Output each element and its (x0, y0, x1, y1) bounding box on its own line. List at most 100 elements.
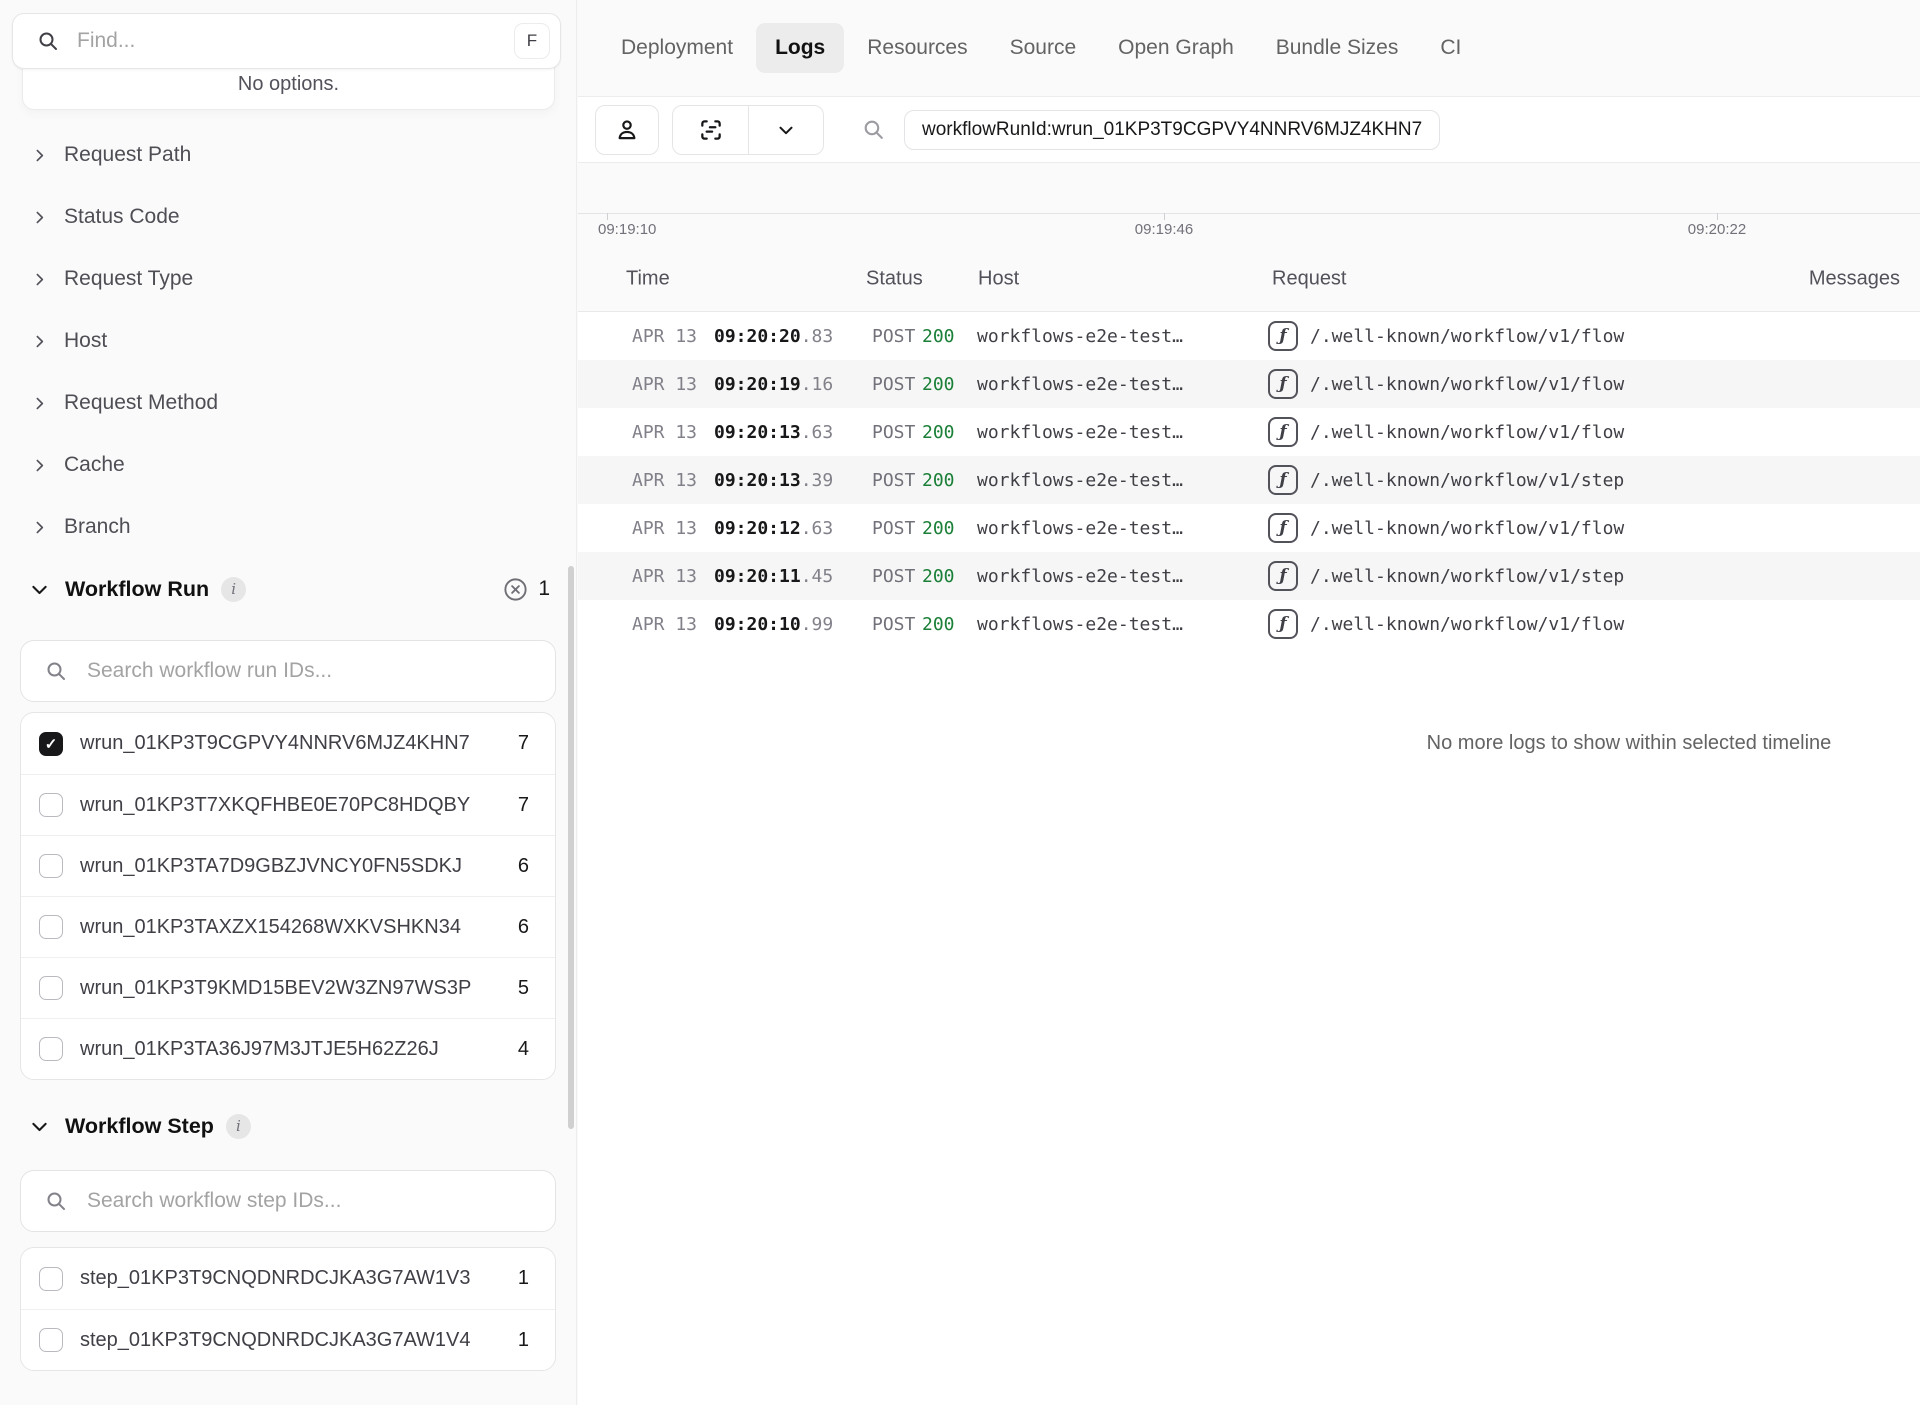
log-request-path: /.well-known/workflow/v1/flow (1310, 374, 1624, 395)
workflow-run-option[interactable]: wrun_01KP3TA7D9GBZJVNCY0FN5SDKJ 6 (21, 835, 555, 896)
log-method: POST (872, 566, 922, 587)
person-icon (614, 117, 640, 143)
filter-section-label: Request Type (64, 267, 193, 291)
scan-text-button[interactable] (673, 106, 748, 154)
log-request-path: /.well-known/workflow/v1/flow (1310, 326, 1624, 347)
tab-label: Resources (867, 36, 967, 59)
log-status: 200 (922, 566, 977, 587)
checkbox[interactable] (39, 976, 63, 1000)
timeline-label: 09:20:22 (1688, 221, 1746, 238)
clear-filter-icon[interactable] (502, 576, 529, 603)
log-time: 09:20:10.99 (714, 614, 872, 635)
workflow-run-option[interactable]: wrun_01KP3T9KMD15BEV2W3ZN97WS3P 5 (21, 957, 555, 1018)
workflow-run-id: wrun_01KP3TA36J97M3JTJE5H62Z26J (80, 1038, 501, 1061)
log-search-bar[interactable]: workflowRunId:wrun_01KP3T9CGPVY4NNRV6MJZ… (861, 110, 1920, 150)
find-box[interactable]: F (12, 13, 561, 69)
workflow-step-option[interactable]: step_01KP3T9CNQDNRDCJKA3G7AW1V4 1 (21, 1309, 555, 1370)
checkbox[interactable] (39, 732, 63, 756)
checkbox[interactable] (39, 1267, 63, 1291)
workflow-run-option[interactable]: wrun_01KP3TAXZX154268WXKVSHKN34 6 (21, 896, 555, 957)
chevron-down-icon (775, 119, 797, 141)
log-request-path: /.well-known/workflow/v1/flow (1310, 422, 1624, 443)
workflow-run-option[interactable]: wrun_01KP3TA36J97M3JTJE5H62Z26J 4 (21, 1018, 555, 1079)
log-time: 09:20:19.16 (714, 374, 872, 395)
log-timeline[interactable]: 09:19:10 09:19:46 09:20:22 (578, 163, 1920, 247)
tab[interactable]: Open Graph (1099, 23, 1253, 73)
sidebar-scrollbar[interactable] (568, 566, 574, 1129)
filters-sidebar: No options. F Request Path (0, 0, 577, 1405)
user-filter-button[interactable] (595, 105, 659, 155)
tab[interactable]: Logs (756, 23, 844, 73)
workflow-run-header[interactable]: Workflow Run 1 (0, 567, 576, 611)
log-status: 200 (922, 470, 977, 491)
log-date: APR 13 (632, 518, 714, 539)
format-dropdown-button[interactable] (748, 106, 823, 154)
function-icon (1268, 417, 1298, 447)
checkbox[interactable] (39, 854, 63, 878)
tab[interactable]: CI (1421, 23, 1480, 73)
filter-section[interactable]: Status Code (0, 186, 576, 248)
chevron-right-icon (31, 519, 48, 536)
filter-section-label: Host (64, 329, 107, 353)
filter-section[interactable]: Cache (0, 434, 576, 496)
log-row[interactable]: APR 13 09:20:13.63 POST 200 workflows-e2… (578, 408, 1920, 456)
log-method: POST (872, 470, 922, 491)
workflow-run-option[interactable]: wrun_01KP3T9CGPVY4NNRV6MJZ4KHN7 7 (21, 713, 555, 774)
log-time: 09:20:20.83 (714, 326, 872, 347)
function-icon (1268, 465, 1298, 495)
find-input[interactable] (77, 29, 497, 53)
log-row[interactable]: APR 13 09:20:11.45 POST 200 workflows-e2… (578, 552, 1920, 600)
log-method: POST (872, 614, 922, 635)
filter-section[interactable]: Request Method (0, 372, 576, 434)
workflow-run-search-input[interactable] (87, 659, 539, 683)
log-row[interactable]: APR 13 09:20:10.99 POST 200 workflows-e2… (578, 600, 1920, 648)
log-row[interactable]: APR 13 09:20:19.16 POST 200 workflows-e2… (578, 360, 1920, 408)
checkbox[interactable] (39, 915, 63, 939)
log-row[interactable]: APR 13 09:20:12.63 POST 200 workflows-e2… (578, 504, 1920, 552)
tab-label: Bundle Sizes (1276, 36, 1399, 59)
search-filter-chip[interactable]: workflowRunId:wrun_01KP3T9CGPVY4NNRV6MJZ… (904, 110, 1440, 150)
workflow-run-search[interactable] (20, 640, 556, 702)
log-row[interactable]: APR 13 09:20:20.83 POST 200 workflows-e2… (578, 312, 1920, 360)
workflow-step-search[interactable] (20, 1170, 556, 1232)
filter-section-label: Cache (64, 453, 125, 477)
workflow-step-header[interactable]: Workflow Step (0, 1104, 576, 1148)
log-table-header: Time Status Host Request Messages (578, 247, 1920, 312)
chevron-down-icon (29, 1116, 50, 1137)
log-status: 200 (922, 326, 977, 347)
checkbox[interactable] (39, 1328, 63, 1352)
chevron-right-icon (31, 147, 48, 164)
search-icon (36, 29, 60, 53)
log-host: workflows-e2e-test… (977, 518, 1268, 539)
tab[interactable]: Source (991, 23, 1096, 73)
log-row[interactable]: APR 13 09:20:13.39 POST 200 workflows-e2… (578, 456, 1920, 504)
column-header-messages: Messages (1809, 268, 1900, 291)
tab[interactable]: Bundle Sizes (1257, 23, 1418, 73)
workflow-step-option[interactable]: step_01KP3T9CNQDNRDCJKA3G7AW1V3 1 (21, 1248, 555, 1309)
log-format-button-group (672, 105, 824, 155)
chevron-right-icon (31, 271, 48, 288)
log-date: APR 13 (632, 470, 714, 491)
checkbox[interactable] (39, 1037, 63, 1061)
filter-section[interactable]: Request Type (0, 248, 576, 310)
log-request-path: /.well-known/workflow/v1/flow (1310, 614, 1624, 635)
filter-section[interactable]: Request Path (0, 124, 576, 186)
checkbox[interactable] (39, 793, 63, 817)
log-time: 09:20:13.39 (714, 470, 872, 491)
log-date: APR 13 (632, 566, 714, 587)
filter-section[interactable]: Host (0, 310, 576, 372)
deployment-tabs: Deployment Logs Resources Source Open Gr… (578, 0, 1920, 97)
filter-section[interactable]: Branch (0, 496, 576, 558)
tab[interactable]: Deployment (602, 23, 752, 73)
tab[interactable]: Resources (848, 23, 986, 73)
log-table-rows: APR 13 09:20:20.83 POST 200 workflows-e2… (578, 312, 1920, 648)
no-more-logs-message: No more logs to show within selected tim… (578, 732, 1920, 755)
log-host: workflows-e2e-test… (977, 374, 1268, 395)
log-date: APR 13 (632, 614, 714, 635)
workflow-run-option[interactable]: wrun_01KP3T7XKQFHBE0E70PC8HDQBY 7 (21, 774, 555, 835)
selected-filter-count: 1 (538, 577, 550, 601)
workflow-step-search-input[interactable] (87, 1189, 539, 1213)
timeline-axis (578, 213, 1920, 214)
keyboard-shortcut-badge: F (514, 23, 550, 59)
log-request-path: /.well-known/workflow/v1/step (1310, 470, 1624, 491)
